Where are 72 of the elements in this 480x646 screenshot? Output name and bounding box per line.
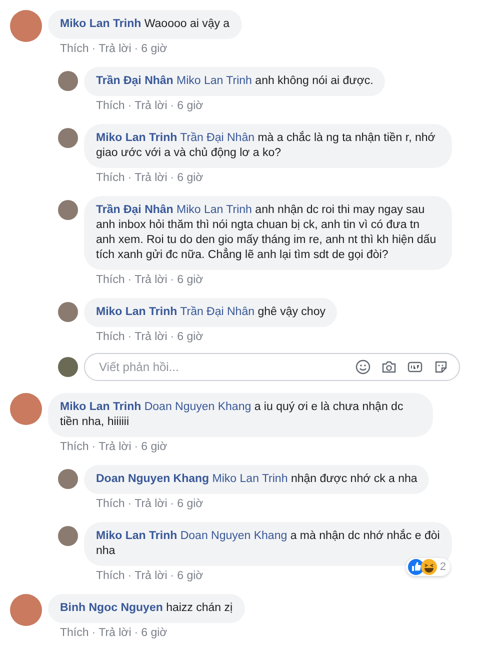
separator: · — [170, 99, 174, 114]
separator: · — [170, 330, 174, 345]
avatar-photo[interactable] — [10, 10, 42, 42]
comment-bubble: Trần Đại Nhân Miko Lan Trinh anh không nói ai được. — [84, 67, 386, 96]
like-link[interactable]: Thích — [96, 99, 125, 114]
avatar-photo[interactable] — [10, 393, 42, 425]
smiley-icon[interactable] — [355, 359, 371, 375]
separator: · — [92, 42, 96, 57]
reply-link[interactable]: Trả lời — [98, 626, 132, 641]
timestamp[interactable]: 6 giờ — [177, 497, 204, 512]
timestamp[interactable]: 6 giờ — [177, 171, 204, 186]
separator: · — [170, 497, 174, 512]
separator: · — [128, 497, 132, 512]
like-link[interactable]: Thích — [96, 273, 125, 288]
like-link[interactable]: Thích — [96, 569, 125, 584]
like-link[interactable]: Thích — [96, 497, 125, 512]
reply-input-field[interactable]: Viết phản hồi... — [97, 359, 355, 375]
separator: · — [128, 171, 132, 186]
separator: · — [170, 171, 174, 186]
separator: · — [128, 273, 132, 288]
reply-link[interactable]: Trả lời — [134, 273, 168, 288]
laughing-face-icon — [420, 559, 437, 575]
like-link[interactable]: Thích — [60, 626, 89, 641]
gif-icon[interactable] — [407, 359, 423, 375]
comment-bubble: Miko Lan Trinh Doan Nguyen Khang a iu quý ơi e là chưa nhận dc tiền nha, hiiiiii — [48, 393, 433, 437]
avatar-photo[interactable] — [58, 469, 78, 489]
like-link[interactable]: Thích — [96, 171, 125, 186]
reply-link[interactable]: Trả lời — [98, 440, 132, 455]
separator: · — [128, 569, 132, 584]
avatar-photo[interactable] — [58, 302, 78, 322]
reaction-count[interactable]: 2 — [406, 558, 450, 576]
separator: · — [92, 440, 96, 455]
reply-link[interactable]: Trả lời — [134, 569, 168, 584]
timestamp[interactable]: 6 giờ — [141, 626, 168, 641]
avatar-photo[interactable] — [58, 128, 78, 148]
separator: · — [92, 626, 96, 641]
separator: · — [134, 440, 138, 455]
reply-link[interactable]: Trả lời — [134, 330, 168, 345]
reply-link[interactable]: Trả lời — [134, 99, 168, 114]
timestamp[interactable]: 6 giờ — [177, 273, 204, 288]
comment-bubble: Binh Ngoc Nguyen haizz chán zị — [48, 594, 245, 623]
separator: · — [134, 626, 138, 641]
reply-link[interactable]: Trả lời — [134, 171, 168, 186]
sticker-icon[interactable] — [433, 359, 449, 375]
like-link[interactable]: Thích — [96, 330, 125, 345]
avatar-photo — [58, 357, 78, 377]
avatar-photo[interactable] — [10, 594, 42, 626]
camera-icon[interactable] — [381, 359, 397, 375]
timestamp[interactable]: 6 giờ — [177, 569, 204, 584]
separator: · — [170, 273, 174, 288]
avatar-photo[interactable] — [58, 71, 78, 91]
reply-link[interactable]: Trả lời — [134, 497, 168, 512]
timestamp[interactable]: 6 giờ — [177, 99, 204, 114]
separator: · — [170, 569, 174, 584]
timestamp[interactable]: 6 giờ — [177, 330, 204, 345]
like-link[interactable]: Thích — [60, 440, 89, 455]
reply-composer[interactable]: Viết phản hồi... — [84, 353, 460, 381]
comment-bubble: Miko Lan Trinh Trần Đại Nhân ghê vậy choy — [84, 298, 338, 327]
comment-bubble: Doan Nguyen Khang Miko Lan Trinh nhận được nhớ ck a nha — [84, 465, 430, 494]
timestamp[interactable]: 6 giờ — [141, 440, 168, 455]
comment-bubble: Miko Lan Trinh Trần Đại Nhân mà a chắc là ng ta nhận tiền r, nhớ giao ước với a và chủ động lơ a ko? — [84, 124, 452, 168]
separator: · — [134, 42, 138, 57]
comment-bubble: Trần Đại Nhân Miko Lan Trinh anh nhận dc roi thi may ngay sau anh inbox hỏi thăm thì nói ngta chuan bị ck, anh tin vì có đưa tn anh xem. Roi tu do den gio mấy tháng im re, anh nt thì kh hiện dấu tích xanh gửi đc nữa. Chẳng lẽ anh lại tìm sdt de gọi đòi? — [84, 196, 452, 270]
thumbs-up-icon — [408, 559, 424, 575]
like-link[interactable]: Thích — [60, 42, 89, 57]
reply-link[interactable]: Trả lời — [98, 42, 132, 57]
comment-bubble: Miko Lan Trinh Waoooo ai vậy a — [48, 10, 242, 39]
avatar-photo[interactable] — [58, 200, 78, 220]
separator: · — [128, 330, 132, 345]
timestamp[interactable]: 6 giờ — [141, 42, 168, 57]
separator: · — [128, 99, 132, 114]
avatar-photo[interactable] — [58, 526, 78, 546]
